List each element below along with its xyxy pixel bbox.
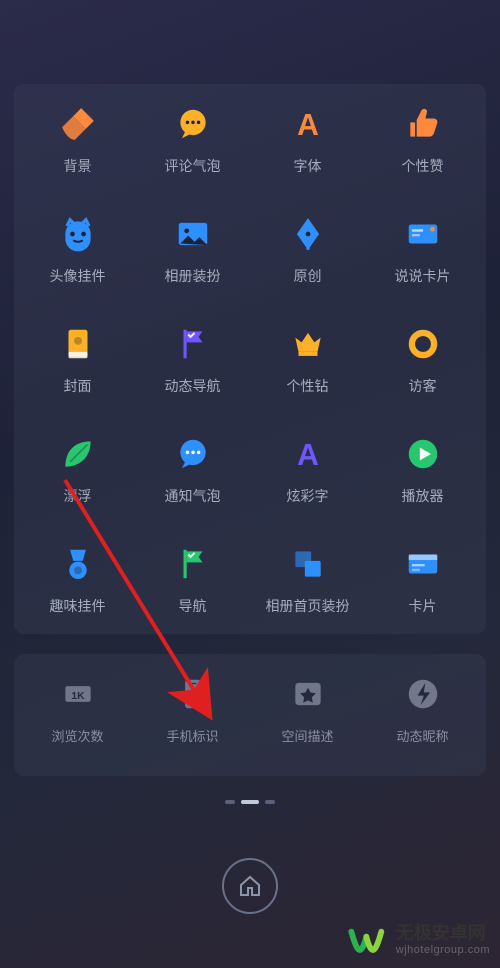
- avatar-pendant-item[interactable]: 头像挂件: [20, 212, 135, 300]
- talk-card-icon: [401, 212, 445, 256]
- watermark-name: 无极安卓网: [396, 924, 490, 944]
- fun-pendant-label: 趣味挂件: [50, 596, 106, 616]
- fun-pendant-icon: [56, 542, 100, 586]
- phone-id-icon: [171, 672, 215, 716]
- background-item[interactable]: 背景: [20, 102, 135, 190]
- space-desc-label: 空间描述: [281, 726, 333, 745]
- album-home-decor-label: 相册首页装扮: [266, 596, 350, 616]
- cover-icon: [56, 322, 100, 366]
- dynamic-nickname-icon: [401, 672, 445, 716]
- dynamic-nickname-label: 动态昵称: [396, 726, 448, 745]
- color-font-icon: [286, 432, 330, 476]
- visitor-label: 访客: [409, 376, 437, 396]
- visitor-item[interactable]: 访客: [365, 322, 480, 410]
- space-desc-item[interactable]: 空间描述: [250, 672, 365, 760]
- album-decor-item[interactable]: 相册装扮: [135, 212, 250, 300]
- like-icon: [401, 102, 445, 146]
- card-icon: [401, 542, 445, 586]
- fun-pendant-item[interactable]: 趣味挂件: [20, 542, 135, 630]
- player-label: 播放器: [402, 486, 444, 506]
- talk-card-label: 说说卡片: [395, 266, 451, 286]
- comment-bubble-icon: [171, 102, 215, 146]
- main-grid: 背景 评论气泡 字体 个性赞头像挂件 相册装扮 原创 说说卡片封面 动态导航 个性钻 访客漂浮 通知…: [20, 102, 480, 630]
- notify-bubble-icon: [171, 432, 215, 476]
- notify-bubble-label: 通知气泡: [165, 486, 221, 506]
- dynamic-nickname-item[interactable]: 动态昵称: [365, 672, 480, 760]
- card-item[interactable]: 卡片: [365, 542, 480, 630]
- original-icon: [286, 212, 330, 256]
- space-desc-icon: [286, 672, 330, 716]
- talk-card-item[interactable]: 说说卡片: [365, 212, 480, 300]
- nav-icon: [171, 542, 215, 586]
- home-icon: [238, 874, 262, 898]
- original-item[interactable]: 原创: [250, 212, 365, 300]
- like-label: 个性赞: [402, 156, 444, 176]
- view-count-label: 浏览次数: [51, 726, 103, 745]
- color-font-item[interactable]: 炫彩字: [250, 432, 365, 520]
- player-icon: [401, 432, 445, 476]
- watermark-logo-icon: [348, 920, 388, 960]
- comment-bubble-label: 评论气泡: [165, 156, 221, 176]
- card-label: 卡片: [409, 596, 437, 616]
- font-item[interactable]: 字体: [250, 102, 365, 190]
- comment-bubble-item[interactable]: 评论气泡: [135, 102, 250, 190]
- notify-bubble-item[interactable]: 通知气泡: [135, 432, 250, 520]
- font-icon: [286, 102, 330, 146]
- view-count-item[interactable]: 浏览次数: [20, 672, 135, 760]
- avatar-pendant-label: 头像挂件: [50, 266, 106, 286]
- page-dot-0[interactable]: [225, 800, 235, 804]
- phone-id-item[interactable]: 手机标识: [135, 672, 250, 760]
- album-decor-icon: [171, 212, 215, 256]
- watermark: 无极安卓网 wjhotelgroup.com: [348, 920, 490, 960]
- font-label: 字体: [294, 156, 322, 176]
- visitor-icon: [401, 322, 445, 366]
- diamond-item[interactable]: 个性钻: [250, 322, 365, 410]
- album-decor-label: 相册装扮: [165, 266, 221, 286]
- secondary-features-panel: 浏览次数 手机标识 空间描述 动态昵称: [14, 654, 486, 776]
- float-icon: [56, 432, 100, 476]
- sub-grid: 浏览次数 手机标识 空间描述 动态昵称: [20, 672, 480, 760]
- cover-item[interactable]: 封面: [20, 322, 135, 410]
- home-button[interactable]: [222, 858, 278, 914]
- diamond-icon: [286, 322, 330, 366]
- nav-label: 导航: [179, 596, 207, 616]
- dynamic-nav-icon: [171, 322, 215, 366]
- dynamic-nav-label: 动态导航: [165, 376, 221, 396]
- main-features-panel: 背景 评论气泡 字体 个性赞头像挂件 相册装扮 原创 说说卡片封面 动态导航 个性钻 访客漂浮 通知…: [14, 84, 486, 634]
- page-dot-1[interactable]: [241, 800, 259, 804]
- watermark-site: wjhotelgroup.com: [396, 944, 490, 956]
- pagination-dots[interactable]: [0, 800, 500, 804]
- dynamic-nav-item[interactable]: 动态导航: [135, 322, 250, 410]
- original-label: 原创: [294, 266, 322, 286]
- album-home-decor-icon: [286, 542, 330, 586]
- player-item[interactable]: 播放器: [365, 432, 480, 520]
- like-item[interactable]: 个性赞: [365, 102, 480, 190]
- view-count-icon: [56, 672, 100, 716]
- color-font-label: 炫彩字: [287, 486, 329, 506]
- diamond-label: 个性钻: [287, 376, 329, 396]
- float-item[interactable]: 漂浮: [20, 432, 135, 520]
- album-home-decor-item[interactable]: 相册首页装扮: [250, 542, 365, 630]
- nav-item[interactable]: 导航: [135, 542, 250, 630]
- background-label: 背景: [64, 156, 92, 176]
- background-icon: [56, 102, 100, 146]
- avatar-pendant-icon: [56, 212, 100, 256]
- cover-label: 封面: [64, 376, 92, 396]
- page-dot-2[interactable]: [265, 800, 275, 804]
- float-label: 漂浮: [64, 486, 92, 506]
- phone-id-label: 手机标识: [166, 726, 218, 745]
